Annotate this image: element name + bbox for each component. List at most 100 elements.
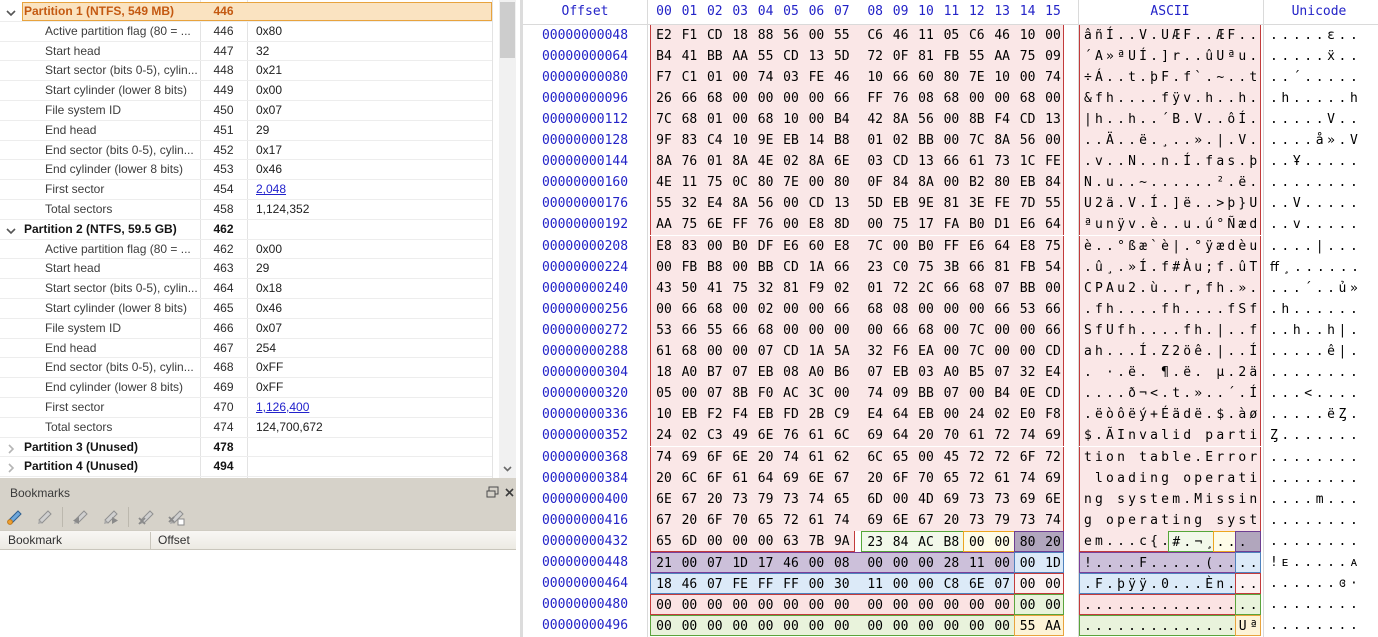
ascii-text[interactable]: ´A»ªUÍ.]r..ûUªu.: [1084, 49, 1260, 64]
partition-field-row[interactable]: First sector4542,048: [0, 180, 492, 200]
hex-byte[interactable]: 6F: [1018, 450, 1038, 465]
hex-byte[interactable]: 13: [916, 154, 936, 169]
sector-link[interactable]: 2,048: [256, 182, 286, 196]
hex-byte[interactable]: 73: [992, 154, 1012, 169]
hex-byte[interactable]: 42: [865, 112, 885, 127]
hex-byte[interactable]: FE: [1043, 154, 1063, 169]
hex-byte[interactable]: 00: [730, 70, 750, 85]
hex-byte[interactable]: 68: [756, 112, 776, 127]
hex-byte[interactable]: 08: [916, 91, 936, 106]
ascii-text[interactable]: âñÍ..V.UÆF..ÆF..: [1084, 28, 1260, 43]
hex-byte[interactable]: CD: [705, 28, 725, 43]
hex-byte[interactable]: 4E: [654, 175, 674, 190]
hex-byte[interactable]: 00: [806, 598, 826, 613]
ascii-text[interactable]: CPAu2.ù..r,fh.».: [1084, 281, 1260, 296]
close-panel-icon[interactable]: [504, 485, 515, 503]
hex-byte[interactable]: 0F: [865, 175, 885, 190]
hex-byte[interactable]: 72: [992, 428, 1012, 443]
hex-byte[interactable]: 00: [941, 407, 961, 422]
hex-byte[interactable]: 00: [1043, 133, 1063, 148]
hex-byte[interactable]: 81: [992, 260, 1012, 275]
hex-byte[interactable]: 00: [806, 175, 826, 190]
ascii-text[interactable]: loading operati: [1084, 471, 1260, 486]
unicode-text[interactable]: !ᴇ.....ᴀ: [1270, 555, 1361, 570]
hex-byte[interactable]: 9E: [916, 196, 936, 211]
hex-byte[interactable]: 73: [781, 492, 801, 507]
hex-byte[interactable]: 55: [654, 196, 674, 211]
hex-byte[interactable]: 00: [781, 323, 801, 338]
hex-byte[interactable]: 24: [967, 407, 987, 422]
hex-byte[interactable]: B4: [832, 112, 852, 127]
offset-column-header[interactable]: Offset: [158, 533, 190, 547]
hex-byte[interactable]: 8A: [992, 133, 1012, 148]
hex-byte[interactable]: F4: [992, 112, 1012, 127]
hex-byte[interactable]: 74: [1043, 70, 1063, 85]
hex-byte[interactable]: 46: [992, 28, 1012, 43]
hex-byte[interactable]: 10: [781, 112, 801, 127]
hex-byte[interactable]: 00: [832, 386, 852, 401]
partition-field-row[interactable]: End cylinder (lower 8 bits)4530x46: [0, 160, 492, 180]
hex-byte[interactable]: 07: [992, 577, 1012, 592]
unicode-text[interactable]: .h......: [1270, 302, 1361, 317]
hex-byte[interactable]: 8A: [654, 154, 674, 169]
hex-byte[interactable]: 00: [941, 619, 961, 634]
hex-byte[interactable]: AC: [781, 386, 801, 401]
hex-byte[interactable]: 00: [1018, 598, 1038, 613]
hex-byte[interactable]: 00: [941, 175, 961, 190]
hex-byte[interactable]: 20: [865, 471, 885, 486]
hex-byte[interactable]: EB: [756, 365, 776, 380]
ascii-text[interactable]: !....F.....(..: [1084, 556, 1238, 571]
hex-byte[interactable]: 66: [679, 302, 699, 317]
hex-row[interactable]: 000000001127C680100681000B4428A56008BF4C…: [523, 109, 1378, 130]
hex-byte[interactable]: 63: [781, 534, 801, 549]
hex-byte[interactable]: 20: [916, 428, 936, 443]
hex-byte[interactable]: CD: [781, 49, 801, 64]
hex-byte[interactable]: 00: [806, 112, 826, 127]
hex-byte[interactable]: CD: [1043, 344, 1063, 359]
hex-byte[interactable]: 32: [679, 196, 699, 211]
hex-byte[interactable]: C6: [967, 28, 987, 43]
hex-byte[interactable]: 0F: [891, 49, 911, 64]
hex-byte[interactable]: 61: [806, 513, 826, 528]
hex-byte[interactable]: F4: [730, 407, 750, 422]
unicode-text[interactable]: ........: [1270, 450, 1361, 465]
hex-byte[interactable]: 61: [806, 450, 826, 465]
hex-byte[interactable]: 75: [916, 260, 936, 275]
hex-byte[interactable]: 72: [865, 49, 885, 64]
hex-byte[interactable]: 72: [992, 450, 1012, 465]
hex-row[interactable]: 000000001765532E48A5600CD135DEB9E813EFE7…: [523, 193, 1378, 214]
hex-byte[interactable]: EB: [781, 133, 801, 148]
hex-byte[interactable]: 5D: [832, 49, 852, 64]
hex-byte[interactable]: 00: [654, 302, 674, 317]
partition-tree-row[interactable]: Partition 2 (NTFS, 59.5 GB)462: [0, 220, 492, 240]
hex-byte[interactable]: 00: [941, 344, 961, 359]
remove-all-bookmarks-icon[interactable]: [166, 505, 192, 529]
hex-byte[interactable]: 9A: [832, 534, 852, 549]
hex-byte[interactable]: 61: [992, 471, 1012, 486]
ascii-text[interactable]: U2ä.V.Í.]ë..>þ}U: [1084, 196, 1260, 211]
hex-byte[interactable]: 00: [730, 302, 750, 317]
hex-byte[interactable]: 00: [916, 619, 936, 634]
hex-byte[interactable]: 64: [992, 239, 1012, 254]
hex-byte[interactable]: FF: [941, 239, 961, 254]
hex-byte[interactable]: 00: [992, 598, 1012, 613]
hex-byte[interactable]: 13: [806, 49, 826, 64]
hex-byte[interactable]: 00: [891, 577, 911, 592]
hex-byte[interactable]: 54: [1043, 260, 1063, 275]
hex-byte[interactable]: 1D: [730, 556, 750, 571]
hex-byte[interactable]: FD: [781, 407, 801, 422]
hex-byte[interactable]: 18: [654, 365, 674, 380]
hex-byte[interactable]: 00: [654, 619, 674, 634]
hex-byte[interactable]: 00: [730, 534, 750, 549]
hex-byte[interactable]: 1C: [1018, 154, 1038, 169]
hex-byte[interactable]: 49: [730, 428, 750, 443]
hex-byte[interactable]: 6E: [891, 513, 911, 528]
hex-byte[interactable]: 6C: [832, 428, 852, 443]
hex-byte[interactable]: 65: [832, 492, 852, 507]
hex-byte[interactable]: 66: [832, 260, 852, 275]
hex-byte[interactable]: 74: [654, 450, 674, 465]
unicode-text[interactable]: .....V..: [1270, 112, 1361, 127]
hex-byte[interactable]: 00: [679, 598, 699, 613]
hex-byte[interactable]: 00: [806, 577, 826, 592]
hex-byte[interactable]: 08: [781, 365, 801, 380]
